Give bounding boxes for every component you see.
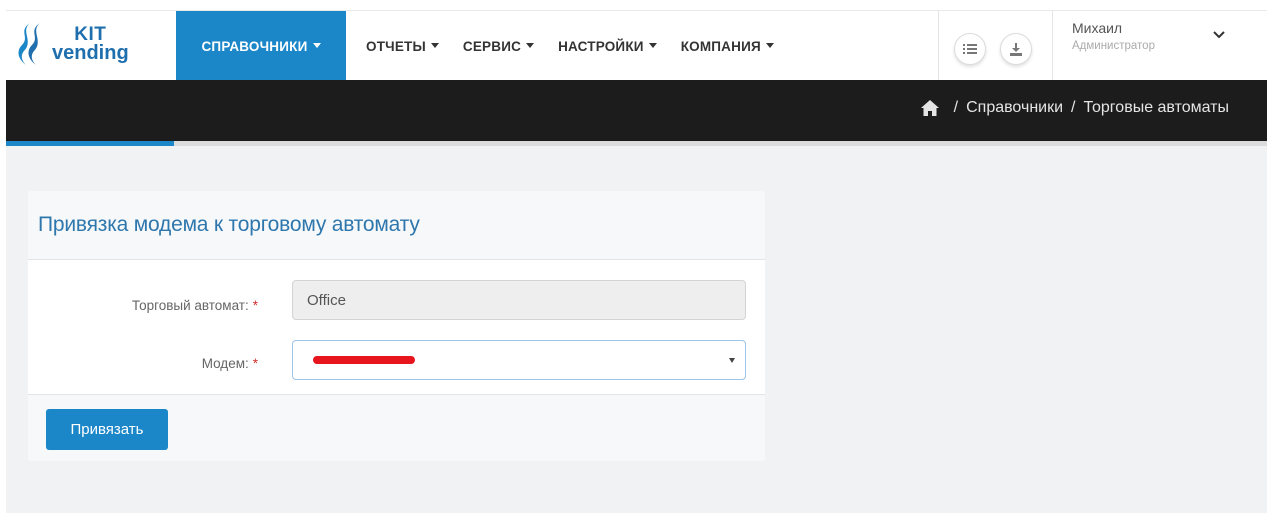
vending-machine-field[interactable]: Office [292, 280, 746, 320]
logo-text-vending: vending [52, 42, 129, 64]
menu-spravochniki[interactable]: СПРАВОЧНИКИ [176, 11, 346, 81]
card-header: Привязка модема к торговому автомату [28, 191, 765, 260]
menu-servis[interactable]: СЕРВИС [451, 11, 546, 81]
app-window: KIT vending СПРАВОЧНИКИ ОТЧЕТЫ СЕРВИС НА… [0, 0, 1269, 513]
modem-select[interactable] [292, 340, 746, 380]
kit-vending-logo[interactable]: KIT vending [16, 17, 146, 71]
home-icon[interactable] [920, 99, 940, 117]
modem-binding-card: Привязка модема к торговому автомату Тор… [28, 191, 765, 461]
caret-down-icon [312, 42, 321, 48]
bind-button[interactable]: Привязать [46, 409, 168, 450]
menu-otchety[interactable]: ОТЧЕТЫ [354, 11, 451, 81]
logo-wave-icon [18, 23, 40, 65]
select-caret-icon [729, 358, 735, 363]
chevron-down-icon[interactable] [1212, 28, 1226, 42]
user-name[interactable]: Михаил [1072, 20, 1122, 36]
modem-label-text: Модем: [201, 356, 249, 371]
list-button[interactable] [954, 33, 986, 65]
caret-down-icon [526, 42, 535, 48]
menu-spravochniki-label: СПРАВОЧНИКИ [201, 38, 308, 54]
menu-otchety-label: ОТЧЕТЫ [366, 38, 426, 54]
download-button[interactable] [1000, 33, 1032, 65]
vending-machine-value: Office [307, 291, 346, 309]
page-title: Привязка модема к торговому автомату [38, 213, 420, 236]
breadcrumb-item-spravochniki[interactable]: Справочники [966, 99, 1063, 117]
breadcrumb-separator: / [1071, 99, 1076, 116]
breadcrumb-separator: / [953, 99, 959, 116]
menu-servis-label: СЕРВИС [462, 38, 522, 54]
navbar-divider [1052, 11, 1053, 81]
download-icon [1010, 42, 1022, 56]
required-marker: * [252, 298, 258, 313]
required-marker: * [252, 356, 258, 371]
breadcrumb-item-current: Торговые автоматы [1083, 99, 1229, 116]
navbar-divider [938, 11, 939, 81]
vending-machine-label: Торговый автомат: * [58, 298, 258, 313]
modem-label: Модем: * [58, 356, 258, 371]
menu-kompaniya[interactable]: КОМПАНИЯ [669, 11, 786, 81]
vending-machine-label-text: Торговый автомат: [131, 298, 249, 313]
caret-down-icon [648, 42, 657, 48]
caret-down-icon [430, 42, 439, 48]
caret-down-icon [765, 42, 774, 48]
menu-kompaniya-label: КОМПАНИЯ [680, 38, 761, 54]
main-menu: СПРАВОЧНИКИ ОТЧЕТЫ СЕРВИС НАСТРОЙКИ КОМП… [176, 11, 786, 81]
card-footer: Привязать [28, 394, 765, 461]
list-icon [963, 44, 977, 54]
breadcrumb: / Справочники / Торговые автоматы [920, 99, 1229, 117]
redacted-value-mark [313, 356, 415, 364]
menu-nastroyki-label: НАСТРОЙКИ [558, 38, 644, 54]
menu-nastroyki[interactable]: НАСТРОЙКИ [546, 11, 669, 81]
user-role: Администратор [1072, 40, 1155, 52]
